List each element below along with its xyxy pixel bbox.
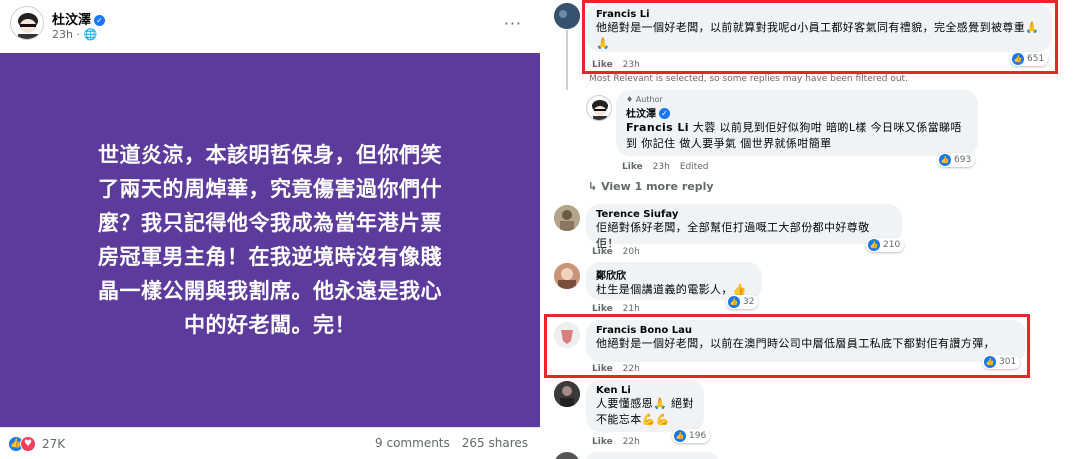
comment-time[interactable]: 22h — [623, 437, 640, 447]
post-time[interactable]: 23h — [52, 28, 73, 41]
comments-count-link[interactable]: 9 comments — [375, 436, 450, 450]
view-more-replies-link[interactable]: ↳ View 1 more reply — [588, 180, 714, 193]
like-icon: 👍 — [728, 296, 740, 308]
comment-like-count[interactable]: 👍 210 — [866, 238, 905, 252]
author-avatar[interactable] — [10, 6, 44, 40]
commenter-name[interactable]: Ken Li — [596, 385, 694, 396]
author-tag: ♦ Author — [626, 95, 663, 104]
post-footer: 👍 ♥ 27K 9 comments 265 shares — [0, 427, 540, 459]
edited-label: Edited — [679, 162, 709, 172]
commenter-name[interactable]: Terence Siufay — [596, 209, 892, 220]
highlight-box — [544, 314, 1030, 378]
reaction-summary[interactable]: 👍 ♥ 27K — [8, 436, 65, 452]
post-card: 杜汶澤 ✓ 23h · 🌐 ··· 世道炎涼，本該明哲保身，但你們笑了兩天的周焯華… — [0, 0, 540, 459]
mention-link[interactable]: Francis Li — [626, 121, 689, 134]
post-header: 杜汶澤 ✓ 23h · 🌐 ··· — [8, 4, 532, 44]
care-reaction-icon: ♥ — [20, 436, 36, 452]
comment-time[interactable]: 20h — [623, 247, 640, 257]
like-icon: 👍 — [674, 430, 686, 442]
like-button[interactable]: Like — [592, 304, 613, 314]
filter-note: Most Relevant is selected, so some repli… — [589, 74, 908, 84]
reply-bubble: ♦ Author 杜汶澤 ✓ Francis Li 大蓉 以前見到佢好似狗咁 暗啲… — [616, 90, 978, 156]
commenter-avatar[interactable] — [554, 263, 580, 289]
post-background: 世道炎涼，本該明哲保身，但你們笑了兩天的周焯華，究竟傷害過你們什麼？我只記得他令… — [0, 53, 540, 427]
post-meta: 23h · 🌐 — [52, 28, 98, 41]
post-author-name[interactable]: 杜汶澤 ✓ — [52, 9, 106, 28]
like-button[interactable]: Like — [592, 437, 613, 447]
commenter-avatar[interactable] — [554, 205, 580, 231]
like-button[interactable]: Like — [592, 247, 613, 257]
highlight-box — [582, 0, 1058, 74]
commenter-avatar[interactable] — [554, 3, 580, 29]
verified-badge-icon: ✓ — [94, 15, 106, 26]
post-stats: 9 comments 265 shares — [375, 436, 528, 450]
author-name-text[interactable]: 杜汶澤 — [52, 13, 91, 28]
comment-text: 人要懂感恩🙏 絕對不能忘本💪💪 — [596, 397, 694, 426]
reply-time[interactable]: 23h — [653, 162, 670, 172]
view-more-text[interactable]: View 1 more reply — [601, 180, 713, 193]
more-options-button[interactable]: ··· — [504, 14, 522, 33]
thread-line — [566, 30, 568, 90]
commenter-name[interactable]: 鄭欣欣 — [596, 267, 752, 282]
screenshot: 杜汶澤 ✓ 23h · 🌐 ··· 世道炎涼，本該明哲保身，但你們笑了兩天的周焯華… — [0, 0, 1074, 459]
reaction-count: 27K — [42, 437, 66, 451]
comment-bubble — [586, 452, 718, 459]
reply-like-count[interactable]: 👍 693 — [937, 153, 976, 167]
comment-actions: Like 22h — [592, 437, 650, 447]
comment-actions: Like 21h — [592, 304, 650, 314]
comment-time[interactable]: 21h — [623, 304, 640, 314]
reply-author-avatar[interactable] — [586, 95, 612, 121]
comment-like-count[interactable]: 👍 196 — [672, 429, 711, 443]
like-icon: 👍 — [868, 239, 880, 251]
reply-arrow-icon: ↳ — [588, 180, 598, 193]
reply-text: Francis Li 大蓉 以前見到佢好似狗咁 暗啲L樣 今日咪又係當睇唔到 你… — [626, 120, 968, 152]
commenter-avatar[interactable] — [554, 381, 580, 407]
comment-bubble: Ken Li 人要懂感恩🙏 絕對不能忘本💪💪 — [586, 380, 704, 432]
comment-actions: Like 20h — [592, 247, 650, 257]
reply-author-name[interactable]: 杜汶澤 ✓ — [626, 105, 968, 120]
comment-like-count[interactable]: 👍 32 — [726, 295, 759, 309]
reply-actions: Like 23h Edited — [622, 162, 719, 172]
author-tag-icon: ♦ — [626, 95, 634, 104]
globe-icon: 🌐 — [83, 28, 98, 41]
comment-bubble: Terence Siufay 佢絕對係好老闆，全部幫佢打過嘅工大部份都中好尊敬佢… — [586, 204, 902, 250]
comments-panel: Francis Li 他絕對是一個好老闆，以前就算對我呢d小員工都好客氣同有禮貌… — [544, 0, 1074, 459]
shares-count-link[interactable]: 265 shares — [462, 436, 528, 450]
like-icon: 👍 — [939, 154, 951, 166]
post-text: 世道炎涼，本該明哲保身，但你們笑了兩天的周焯華，究竟傷害過你們什麼？我只記得他令… — [98, 143, 442, 337]
verified-badge-icon: ✓ — [659, 108, 670, 119]
commenter-avatar[interactable] — [554, 452, 580, 459]
reply-author-name-text[interactable]: 杜汶澤 — [626, 109, 656, 120]
like-button[interactable]: Like — [622, 162, 643, 172]
